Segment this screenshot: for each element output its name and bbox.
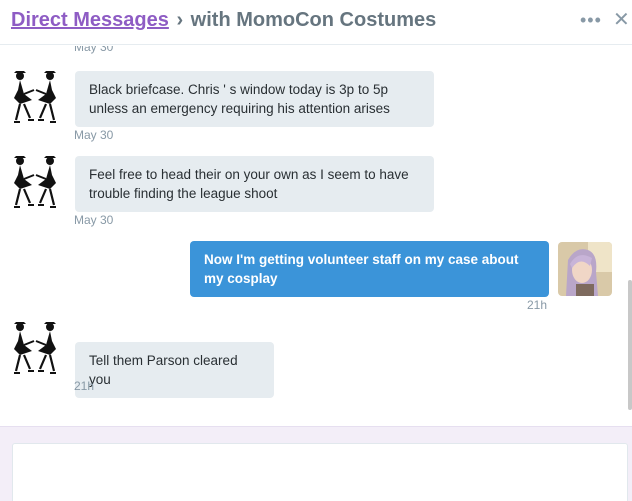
sender-avatar[interactable] xyxy=(10,155,62,213)
sender-avatar[interactable] xyxy=(10,321,62,379)
breadcrumb-separator: › xyxy=(176,9,184,31)
direct-messages-link[interactable]: Direct Messages xyxy=(11,9,169,31)
composer-area xyxy=(0,426,632,501)
message-timestamp: May 30 xyxy=(74,46,114,54)
message-timestamp: 21h xyxy=(527,298,548,312)
message-input[interactable] xyxy=(12,443,628,501)
close-icon[interactable]: ✕ xyxy=(613,9,630,31)
page-title: Direct Messages › with MomoCon Costumes xyxy=(11,9,436,32)
ellipsis-icon[interactable]: ••• xyxy=(580,10,602,31)
user-avatar[interactable] xyxy=(558,242,612,296)
dancers-logo-icon xyxy=(14,156,56,208)
message-timestamp: 21h xyxy=(74,379,95,393)
message-bubble-outgoing: Now I'm getting volunteer staff on my ca… xyxy=(190,241,549,297)
message-timestamp: May 30 xyxy=(74,128,114,142)
scrollbar[interactable] xyxy=(628,280,632,410)
dancers-logo-icon xyxy=(14,322,56,374)
message-bubble: Black briefcase. Chris ' s window today … xyxy=(75,71,434,127)
message-bubble: Feel free to head their on your own as I… xyxy=(75,156,434,212)
conversation-title: with MomoCon Costumes xyxy=(190,9,437,31)
dancers-logo-icon xyxy=(14,71,56,123)
message-bubble: Tell them Parson cleared you xyxy=(75,342,274,398)
profile-photo xyxy=(558,242,612,296)
message-thread[interactable]: May 30 Black briefcase. Chris ' s window… xyxy=(0,46,632,426)
sender-avatar[interactable] xyxy=(10,70,62,128)
message-timestamp: May 30 xyxy=(74,213,114,227)
dm-header: Direct Messages › with MomoCon Costumes … xyxy=(0,0,632,45)
